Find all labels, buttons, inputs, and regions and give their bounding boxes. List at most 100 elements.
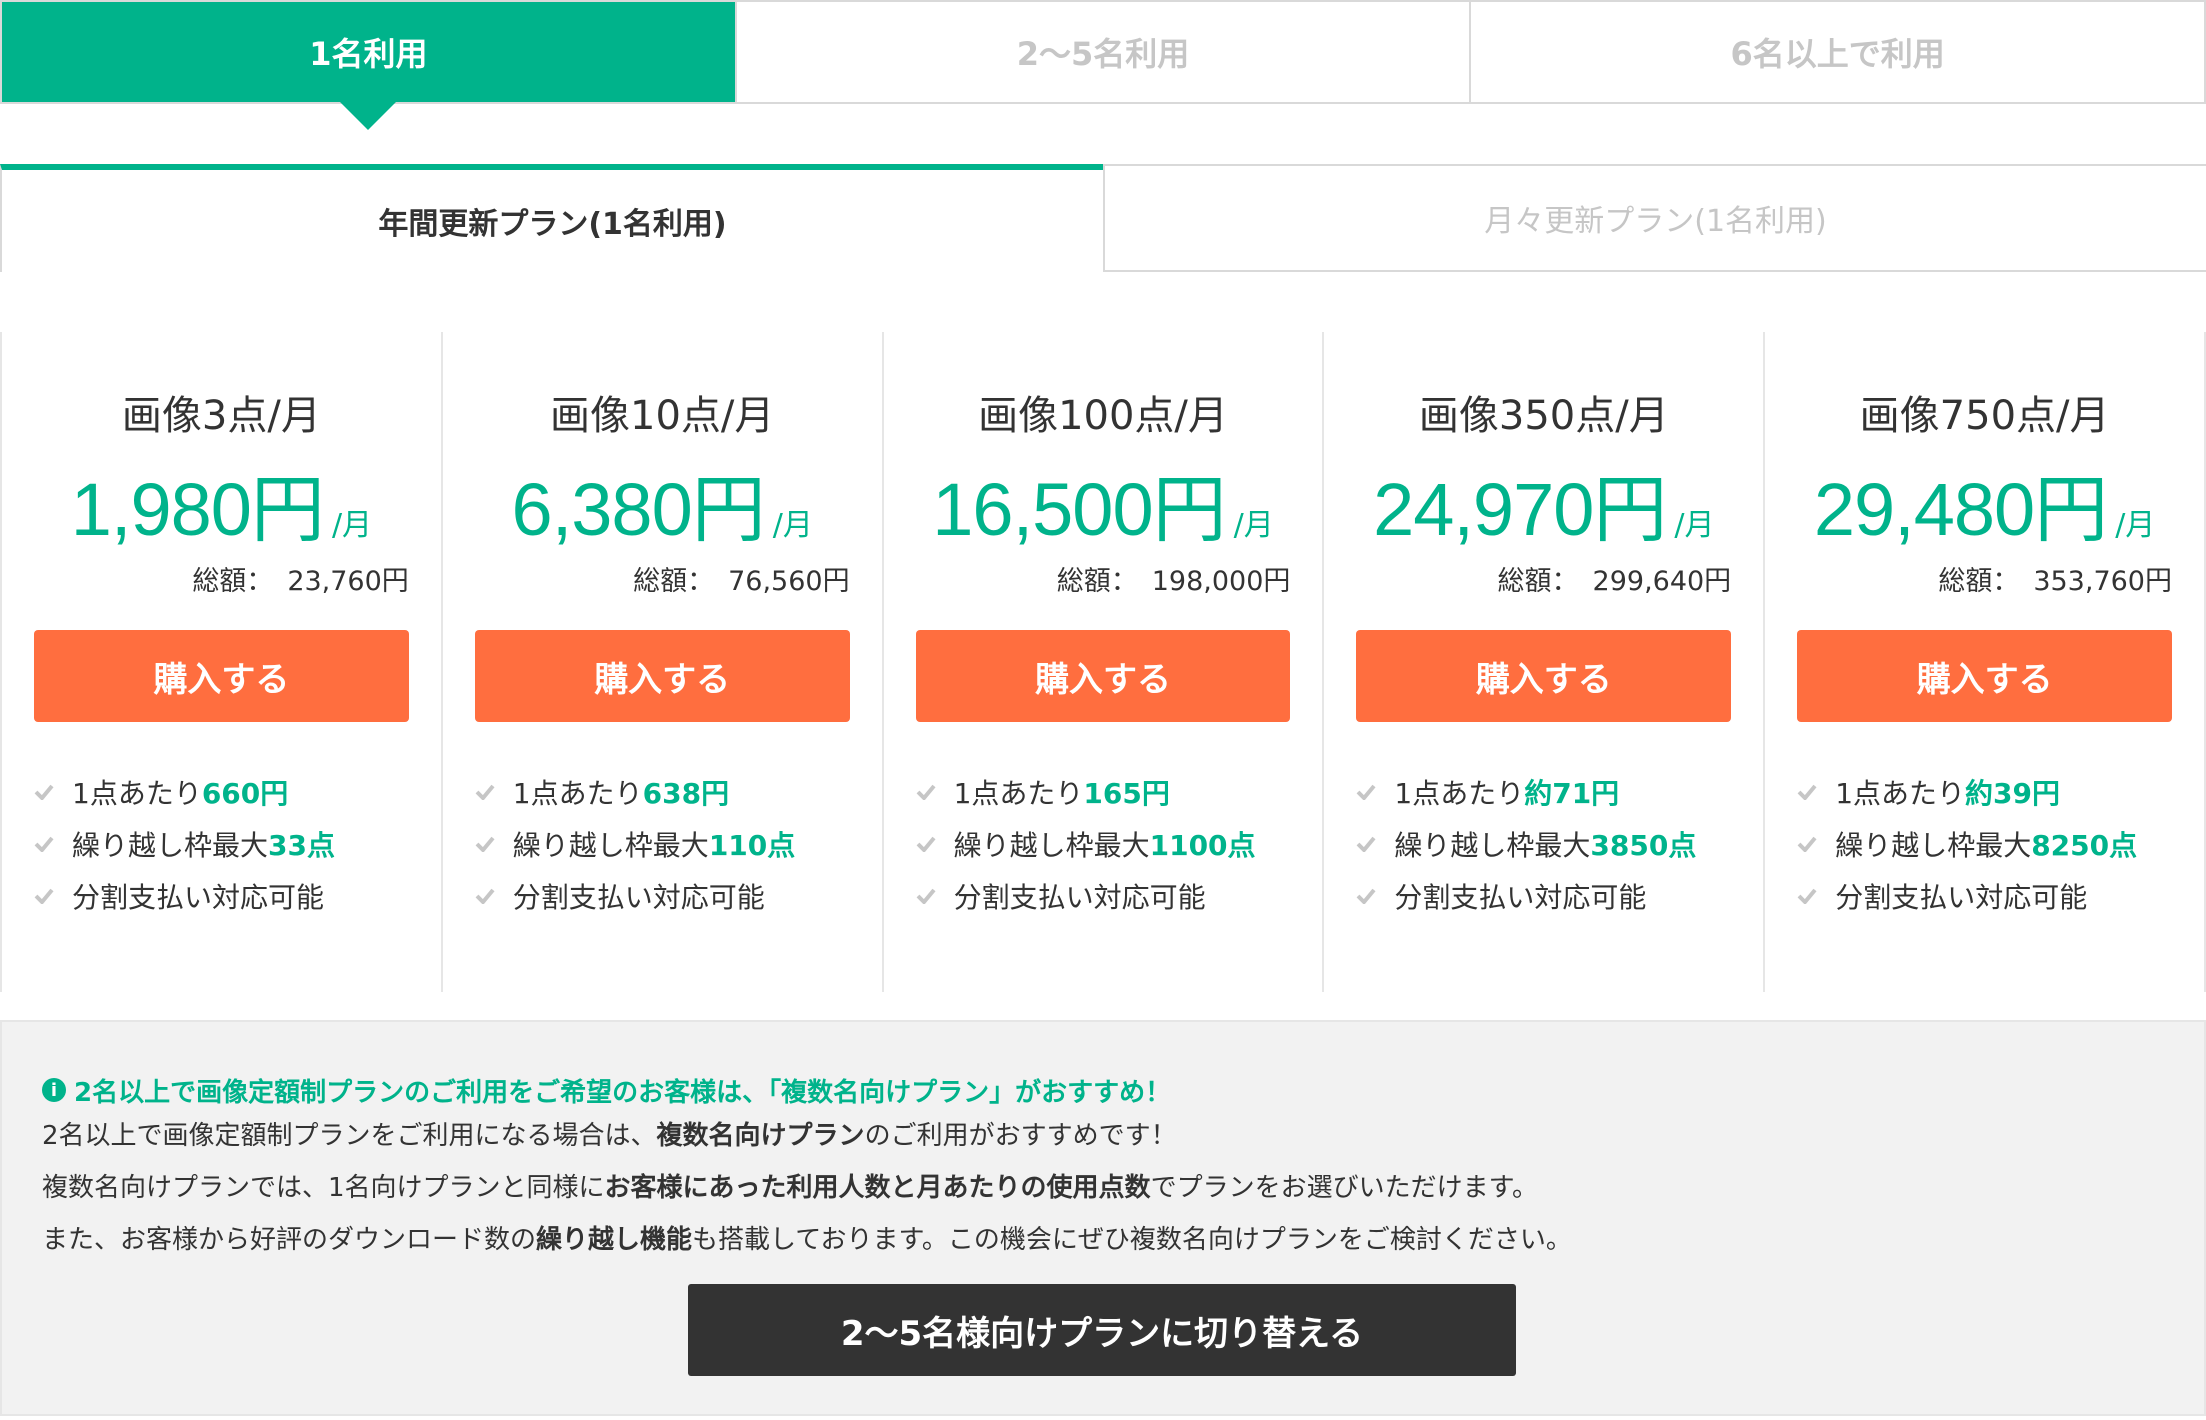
plan-title: 画像10点/月 <box>550 393 775 439</box>
info-line: 2名以上で画像定額制プランをご利用になる場合は、複数名向けプランのご利用がおすす… <box>42 1110 2164 1162</box>
plan-type-tabs: 年間更新プラン(1名利用) 月々更新プラン(1名利用) <box>0 164 2206 272</box>
per-month-label: /月 <box>1233 508 1274 543</box>
info-text: 複数名向けプランでは、1名向けプランと同様に <box>42 1173 605 1203</box>
per-month-label: /月 <box>772 508 813 543</box>
total-row: 総額： 198,000円 <box>916 560 1291 604</box>
feature-highlight: 165円 <box>1083 777 1170 810</box>
total-row: 総額： 76,560円 <box>475 560 850 604</box>
total-label: 総額： <box>1497 566 1579 597</box>
feature-item: 1点あたり 660円 <box>34 766 409 818</box>
info-line: また、お客様から好評のダウンロード数の繰り越し機能も搭載しております。この機会に… <box>42 1214 2164 1266</box>
feature-text: 繰り越し枠最大 <box>1835 829 2032 862</box>
feature-text: 分割支払い対応可能 <box>72 881 325 914</box>
check-icon <box>916 836 936 852</box>
total-amount: 299,640円 <box>1592 566 1732 597</box>
feature-text: 分割支払い対応可能 <box>1835 881 2088 914</box>
total-label: 総額： <box>1938 566 2020 597</box>
plan-title: 画像750点/月 <box>1859 393 2110 439</box>
feature-highlight: 約39円 <box>1965 777 2060 810</box>
info-heading-text: 2名以上で画像定額制プランのご利用をご希望のお客様は、「複数名向けプラン」がおす… <box>74 1077 1172 1108</box>
info-icon: i <box>42 1078 66 1102</box>
feature-highlight: 約71円 <box>1524 777 1620 810</box>
plan-price: 6,380円 <box>511 468 766 551</box>
total-row: 総額： 353,760円 <box>1797 560 2172 604</box>
tab-2-5-users[interactable]: 2〜5名利用 <box>737 2 1472 102</box>
price-row: 16,500円/月 <box>916 462 1291 558</box>
plan-card: 画像3点/月 1,980円/月 総額： 23,760円 購入する 1点あたり 660… <box>0 332 441 992</box>
buy-button[interactable]: 購入する <box>1356 630 1732 722</box>
info-text: また、お客様から好評のダウンロード数の <box>42 1225 537 1255</box>
check-icon <box>34 836 54 852</box>
total-row: 総額： 23,760円 <box>34 560 409 604</box>
buy-button[interactable]: 購入する <box>474 630 850 722</box>
feature-text: 1点あたり <box>1394 777 1525 810</box>
feature-list: 1点あたり 約71円 繰り越し枠最大 3850点 分割支払い対応可能 <box>1356 766 1731 922</box>
total-label: 総額： <box>633 566 715 597</box>
info-heading: i 2名以上で画像定額制プランのご利用をご希望のお客様は、「複数名向けプラン」が… <box>42 1070 2164 1110</box>
plan-price: 29,480円 <box>1813 468 2108 551</box>
feature-text: 繰り越し枠最大 <box>1394 829 1591 862</box>
feature-item: 繰り越し枠最大 110点 <box>475 818 850 870</box>
info-text: のご利用がおすすめです！ <box>864 1121 1177 1151</box>
per-month-label: /月 <box>1674 508 1715 543</box>
feature-list: 1点あたり 660円 繰り越し枠最大 33点 分割支払い対応可能 <box>34 766 409 922</box>
plan-title: 画像3点/月 <box>121 393 321 439</box>
buy-button[interactable]: 購入する <box>915 630 1291 722</box>
check-icon <box>1797 784 1817 800</box>
feature-text: 1点あたり <box>953 777 1084 810</box>
price-row: 29,480円/月 <box>1797 462 2172 558</box>
feature-text: 分割支払い対応可能 <box>512 881 765 914</box>
feature-text: 1点あたり <box>72 777 202 810</box>
feature-text: 分割支払い対応可能 <box>1394 881 1647 914</box>
total-label: 総額： <box>1056 566 1138 597</box>
total-amount: 198,000円 <box>1151 566 1291 597</box>
check-icon <box>1356 888 1376 904</box>
tab-single-user[interactable]: 1名利用 <box>2 2 737 130</box>
feature-item: 繰り越し枠最大 8250点 <box>1797 818 2172 870</box>
feature-item: 1点あたり 165円 <box>916 766 1291 818</box>
info-bold-text: 繰り越し機能 <box>536 1225 693 1255</box>
plan-price: 1,980円 <box>70 468 325 551</box>
feature-text: 繰り越し枠最大 <box>512 829 709 862</box>
user-count-tabs: 1名利用 2〜5名利用 6名以上で利用 <box>0 0 2206 130</box>
feature-text: 繰り越し枠最大 <box>953 829 1150 862</box>
total-amount: 76,560円 <box>728 566 850 597</box>
plan-title: 画像350点/月 <box>1418 393 1669 439</box>
plan-price: 16,500円 <box>932 468 1226 551</box>
feature-text: 繰り越し枠最大 <box>72 829 269 862</box>
check-icon <box>1356 784 1376 800</box>
price-row: 1,980円/月 <box>34 462 409 558</box>
tab-6-plus-users[interactable]: 6名以上で利用 <box>1471 2 2204 102</box>
info-text: 2名以上で画像定額制プランをご利用になる場合は、 <box>42 1121 657 1151</box>
check-icon <box>1797 836 1817 852</box>
plan-title: 画像100点/月 <box>978 393 1228 439</box>
total-amount: 23,760円 <box>287 566 409 597</box>
tab-annual-plan[interactable]: 年間更新プラン(1名利用) <box>0 164 1103 272</box>
total-label: 総額： <box>192 566 274 597</box>
feature-item: 分割支払い対応可能 <box>916 870 1291 922</box>
multi-user-info-box: i 2名以上で画像定額制プランのご利用をご希望のお客様は、「複数名向けプラン」が… <box>0 1020 2206 1416</box>
feature-text: 1点あたり <box>1835 777 1966 810</box>
plan-price: 24,970円 <box>1373 468 1667 551</box>
per-month-label: /月 <box>2115 508 2156 543</box>
feature-list: 1点あたり 約39円 繰り越し枠最大 8250点 分割支払い対応可能 <box>1797 766 2172 922</box>
tab-monthly-plan[interactable]: 月々更新プラン(1名利用) <box>1103 164 2206 272</box>
feature-highlight: 638円 <box>642 777 730 810</box>
buy-button[interactable]: 購入する <box>34 630 409 722</box>
check-icon <box>34 784 54 800</box>
buy-button[interactable]: 購入する <box>1797 630 2172 722</box>
plan-card: 画像350点/月 24,970円/月 総額： 299,640円 購入する 1点あた… <box>1322 332 1763 992</box>
feature-item: 分割支払い対応可能 <box>475 870 850 922</box>
total-row: 総額： 299,640円 <box>1356 560 1732 604</box>
feature-list: 1点あたり 165円 繰り越し枠最大 1100点 分割支払い対応可能 <box>916 766 1291 922</box>
info-text: でプランをお選びいただけます。 <box>1150 1173 1538 1203</box>
feature-item: 繰り越し枠最大 1100点 <box>916 818 1291 870</box>
check-icon <box>475 784 495 800</box>
feature-text: 分割支払い対応可能 <box>953 881 1206 914</box>
feature-item: 1点あたり 約71円 <box>1356 766 1731 818</box>
feature-item: 繰り越し枠最大 33点 <box>34 818 409 870</box>
info-bold-text: お客様にあった利用人数と月あたりの使用点数 <box>604 1173 1151 1203</box>
check-icon <box>1797 888 1817 904</box>
feature-highlight: 8250点 <box>2031 829 2138 862</box>
switch-to-multi-user-plan-button[interactable]: 2〜5名様向けプランに切り替える <box>688 1284 1516 1376</box>
